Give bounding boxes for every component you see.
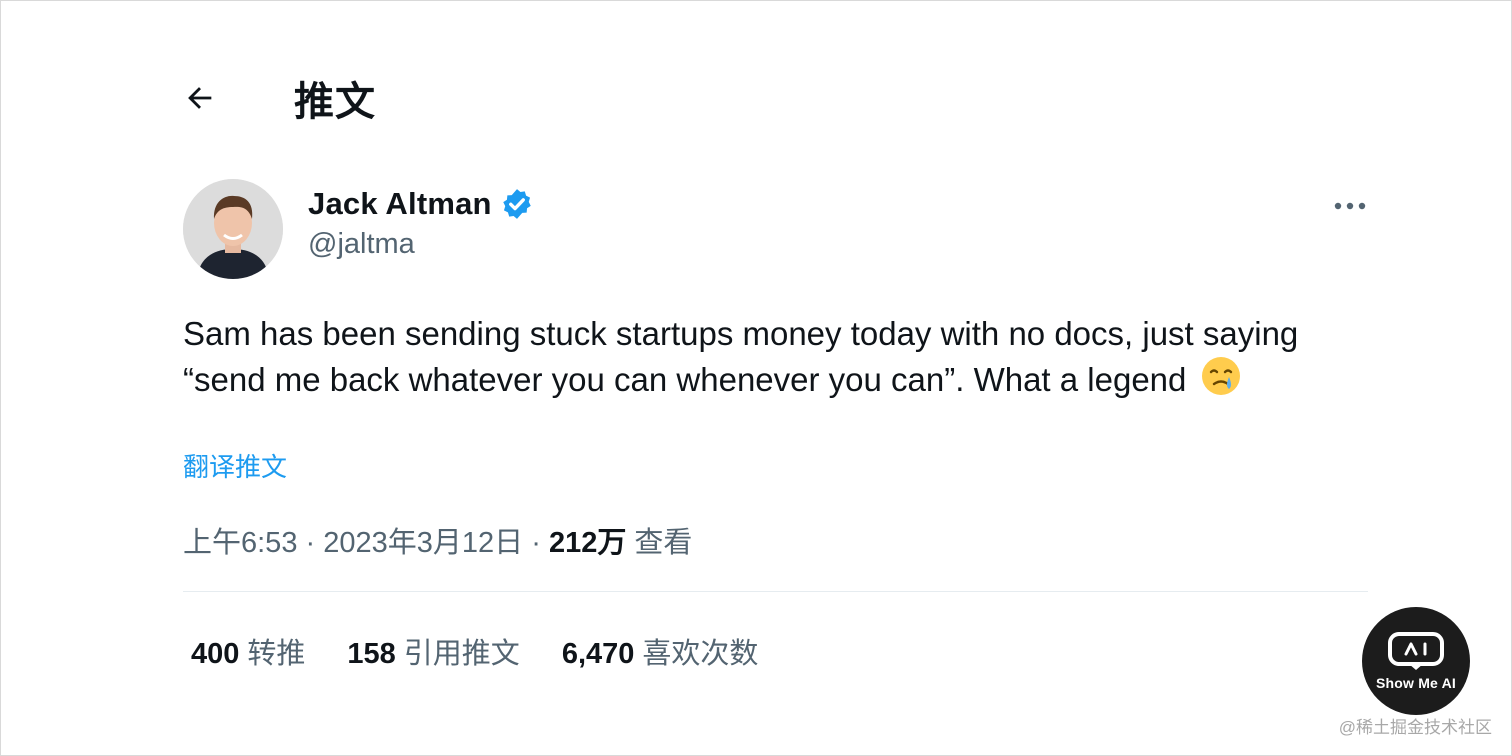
back-button[interactable] [180, 78, 220, 118]
tweet-text: Sam has been sending stuck startups mone… [183, 315, 1299, 398]
watermark: @稀土掘金技术社区 [1338, 718, 1492, 737]
author-handle[interactable]: @jaltma [308, 228, 534, 261]
robot-face-icon [1388, 632, 1444, 670]
likes-label: 喜欢次数 [642, 638, 759, 670]
retweets-label: 转推 [247, 638, 306, 670]
divider [183, 591, 1368, 592]
quotes-label: 引用推文 [403, 638, 520, 670]
tweet-body: Sam has been sending stuck startups mone… [183, 312, 1353, 401]
retweets-count: 400 [191, 638, 240, 670]
author-block: Jack Altman @jaltma [308, 186, 534, 261]
translate-tweet-link[interactable]: 翻译推文 [183, 447, 287, 484]
meta-separator: · [531, 527, 541, 559]
more-horizontal-icon [1334, 202, 1366, 210]
avatar[interactable] [183, 179, 283, 279]
page-title: 推文 [294, 80, 376, 124]
arrow-left-icon [188, 87, 212, 109]
badge-text: Show Me AI [1375, 675, 1457, 691]
face-holding-back-tears-emoji [1201, 357, 1240, 395]
meta-separator: · [305, 527, 316, 559]
tweet-meta: 上午6:53 · 2023年3月12日 · 212万 查看 [183, 519, 692, 561]
likes-count: 6,470 [561, 638, 635, 670]
views-count: 212万 [548, 527, 627, 559]
avatar-photo [183, 179, 283, 279]
retweets-stat[interactable]: 400 转推 [191, 630, 305, 672]
quotes-stat[interactable]: 158 引用推文 [347, 630, 519, 672]
engagement-stats: 400 转推 158 引用推文 6,470 喜欢次数 [191, 630, 800, 672]
views-label: 查看 [634, 527, 693, 559]
tweet-time[interactable]: 上午6:53 [183, 527, 297, 559]
page-header: 推文 [184, 74, 376, 124]
show-me-ai-badge: Show Me AI [1362, 607, 1470, 715]
likes-stat[interactable]: 6,470 喜欢次数 [562, 630, 759, 672]
verified-badge-icon [502, 189, 531, 219]
author-display-name[interactable]: Jack Altman [308, 186, 492, 222]
quotes-count: 158 [347, 638, 396, 670]
more-options-button[interactable] [1330, 195, 1370, 217]
tweet-date[interactable]: 2023年3月12日 [323, 527, 523, 559]
